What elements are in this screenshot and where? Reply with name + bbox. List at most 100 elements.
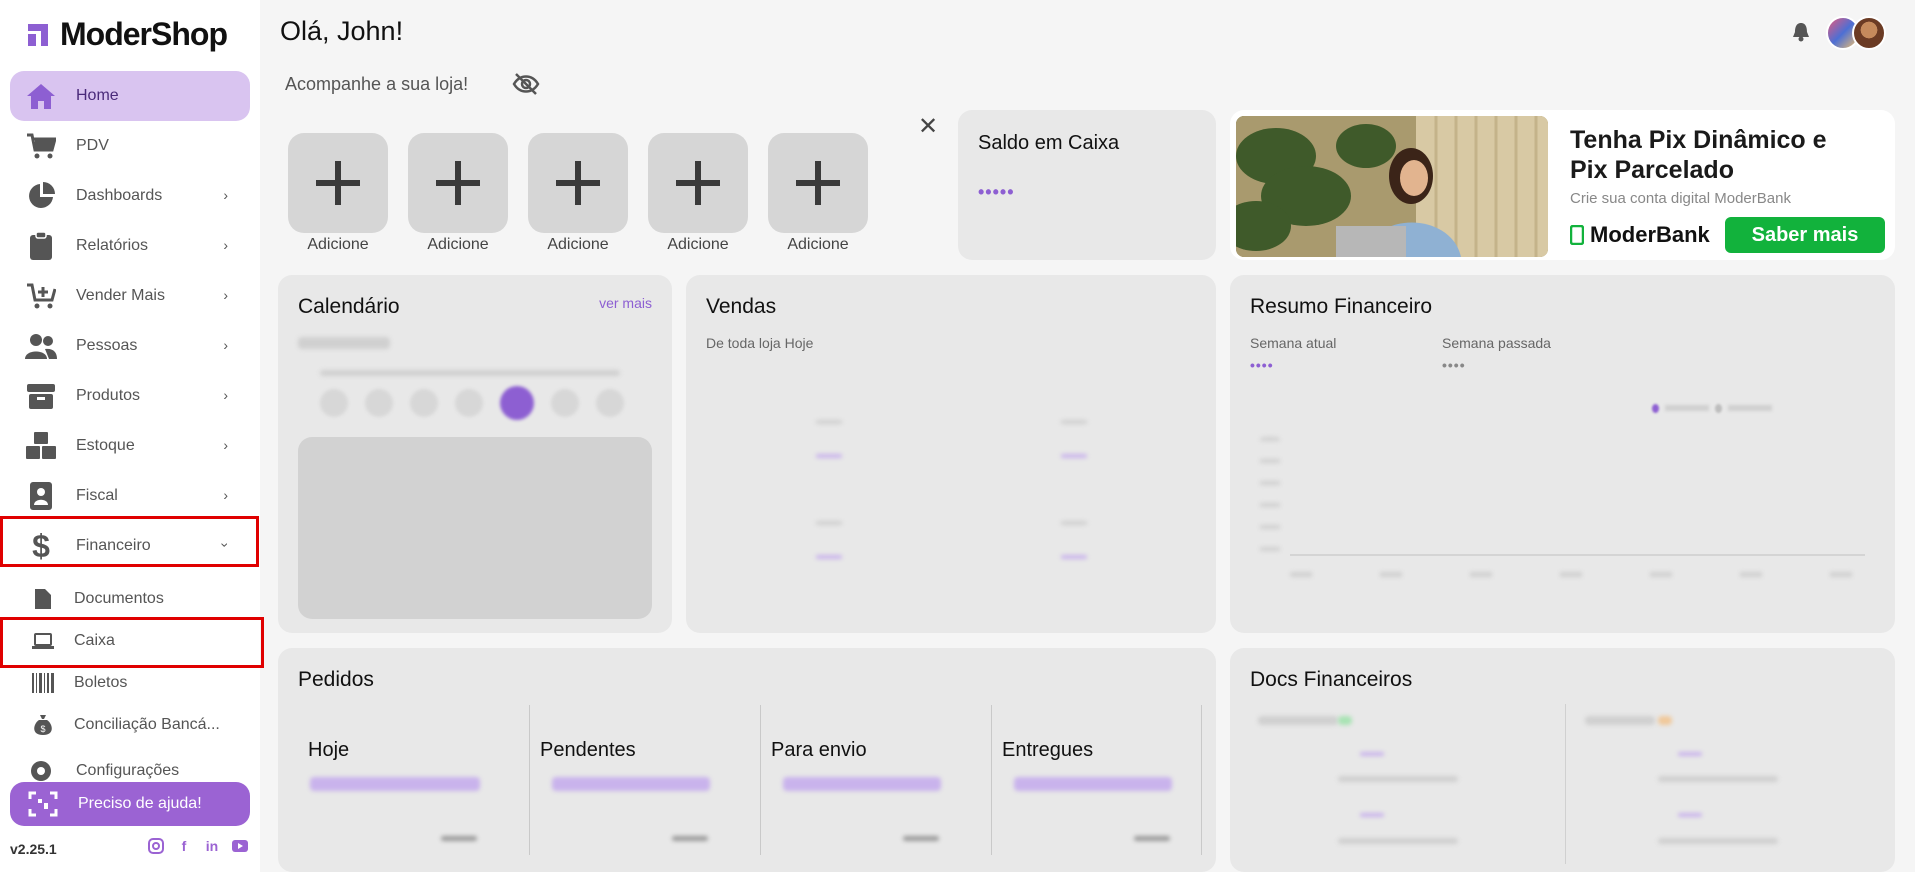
chevron-right-icon: › <box>223 237 228 253</box>
sidebar-item-fiscal[interactable]: Fiscal › <box>10 471 250 521</box>
sidebar-subitem-documentos[interactable]: Documentos <box>30 583 164 615</box>
calendar-day[interactable] <box>410 389 438 417</box>
banner-title: Tenha Pix Dinâmico e Pix Parcelado <box>1570 126 1827 184</box>
sidebar-subitem-boletos[interactable]: Boletos <box>30 667 127 699</box>
page-subtitle: Acompanhe a sua loja! <box>285 74 469 94</box>
sidebar-item-home[interactable]: Home <box>10 71 250 121</box>
cart-icon <box>24 129 58 163</box>
plus-icon <box>556 161 600 205</box>
promo-banner[interactable]: Tenha Pix Dinâmico e Pix Parcelado Crie … <box>1230 110 1895 260</box>
sidebar-item-label: Vender Mais <box>76 287 165 304</box>
quick-add-button[interactable] <box>288 133 388 233</box>
docs-blur-value <box>1360 752 1384 756</box>
sidebar-item-pdv[interactable]: PDV <box>10 121 250 171</box>
sidebar-item-label: Pessoas <box>76 337 138 354</box>
quick-add-label: Adicione <box>547 236 609 253</box>
vendas-blur-label <box>1061 420 1087 424</box>
sidebar-item-estoque[interactable]: Estoque › <box>10 421 250 471</box>
semana-atual-value: •••• <box>1250 357 1274 373</box>
pedidos-hoje[interactable]: Hoje <box>298 705 530 855</box>
sidebar-item-label: Home <box>76 87 119 104</box>
calendario-title: Calendário <box>298 295 400 318</box>
docs-saidas-trend <box>1658 716 1672 725</box>
linkedin-icon[interactable]: in <box>203 837 221 855</box>
sidebar: ModerShop Home PDV Dashboards › Relatóri… <box>0 0 264 872</box>
pedidos-count <box>1134 836 1170 841</box>
pedidos-para-envio[interactable]: Para envio <box>761 705 992 855</box>
box-icon <box>24 379 58 413</box>
docs-blur-value <box>1360 813 1384 817</box>
bell-icon[interactable] <box>1792 22 1810 47</box>
pedidos-column-label: Hoje <box>308 739 350 761</box>
calendar-day[interactable] <box>551 389 579 417</box>
semana-passada-value: •••• <box>1442 357 1466 373</box>
id-badge-icon <box>24 479 58 513</box>
saldo-card: Saldo em Caixa ••••• <box>958 110 1216 260</box>
avatar[interactable] <box>1852 16 1886 50</box>
sidebar-item-relatorios[interactable]: Relatórios › <box>10 221 250 271</box>
calendar-day[interactable] <box>365 389 393 417</box>
logo-text: ModerShop <box>60 16 228 52</box>
banner-photo <box>1236 116 1548 257</box>
vendas-title: Vendas <box>706 295 777 318</box>
plus-icon <box>796 161 840 205</box>
social-links: f in <box>147 837 249 855</box>
saldo-title: Saldo em Caixa <box>978 132 1120 154</box>
pedidos-count <box>672 836 708 841</box>
sidebar-item-label: Fiscal <box>76 487 118 504</box>
people-icon <box>24 329 58 363</box>
week-days <box>320 386 624 420</box>
calendario-card: Calendário ver mais <box>278 275 672 633</box>
resumo-card: Resumo Financeiro Semana atual •••• Sema… <box>1230 275 1895 633</box>
help-button[interactable]: Preciso de ajuda! <box>10 782 250 826</box>
money-bag-icon: $ <box>30 714 56 736</box>
calendar-events-panel <box>298 437 652 619</box>
docs-card: Docs Financeiros <box>1230 648 1895 872</box>
chevron-right-icon: › <box>223 387 228 403</box>
sidebar-item-label: Relatórios <box>76 237 149 254</box>
instagram-icon[interactable] <box>147 837 165 855</box>
calendar-day[interactable] <box>455 389 483 417</box>
quick-add-label: Adicione <box>787 236 849 253</box>
vendas-card: Vendas De toda loja Hoje <box>686 275 1216 633</box>
chevron-right-icon: › <box>223 187 228 203</box>
barcode-icon <box>30 673 56 693</box>
sidebar-item-dashboards[interactable]: Dashboards › <box>10 171 250 221</box>
calendar-day[interactable] <box>596 389 624 417</box>
saber-mais-button[interactable]: Saber mais <box>1725 217 1885 253</box>
moderbank-logo: ModerBank <box>1570 222 1710 248</box>
logo[interactable]: ModerShop <box>26 16 228 53</box>
pedidos-column-label: Para envio <box>771 739 867 761</box>
docs-entradas-label <box>1258 716 1338 725</box>
facebook-icon[interactable]: f <box>175 837 193 855</box>
chart-y-axis <box>1260 437 1280 557</box>
docs-blur-value <box>1678 752 1702 756</box>
quick-add-button[interactable] <box>408 133 508 233</box>
version-label: v2.25.1 <box>10 841 57 857</box>
pedidos-pendentes[interactable]: Pendentes <box>530 705 761 855</box>
eye-off-icon[interactable] <box>512 72 540 101</box>
calendar-day[interactable] <box>320 389 348 417</box>
sidebar-subitem-conciliacao[interactable]: $ Conciliação Bancá... <box>30 709 220 741</box>
docs-blur-label <box>1658 838 1778 844</box>
pedidos-count <box>903 836 939 841</box>
document-icon <box>30 588 56 610</box>
youtube-icon[interactable] <box>231 837 249 855</box>
pedidos-entregues[interactable]: Entregues <box>992 705 1202 855</box>
quick-add-button[interactable] <box>768 133 868 233</box>
ver-mais-link[interactable]: ver mais <box>599 295 652 311</box>
docs-blur-value <box>1678 813 1702 817</box>
quick-add-button[interactable] <box>528 133 628 233</box>
sidebar-item-vender-mais[interactable]: Vender Mais › <box>10 271 250 321</box>
quick-add-button[interactable] <box>648 133 748 233</box>
vendas-blur-label <box>1061 521 1087 525</box>
banner-subtitle: Crie sua conta digital ModerBank <box>1570 190 1791 207</box>
sidebar-item-pessoas[interactable]: Pessoas › <box>10 321 250 371</box>
pedidos-title: Pedidos <box>298 668 374 691</box>
close-icon[interactable]: ✕ <box>918 112 938 141</box>
chevron-right-icon: › <box>223 287 228 303</box>
sidebar-item-produtos[interactable]: Produtos › <box>10 371 250 421</box>
plus-icon <box>676 161 720 205</box>
semana-passada-label: Semana passada <box>1442 335 1551 351</box>
calendar-day-selected[interactable] <box>500 386 534 420</box>
